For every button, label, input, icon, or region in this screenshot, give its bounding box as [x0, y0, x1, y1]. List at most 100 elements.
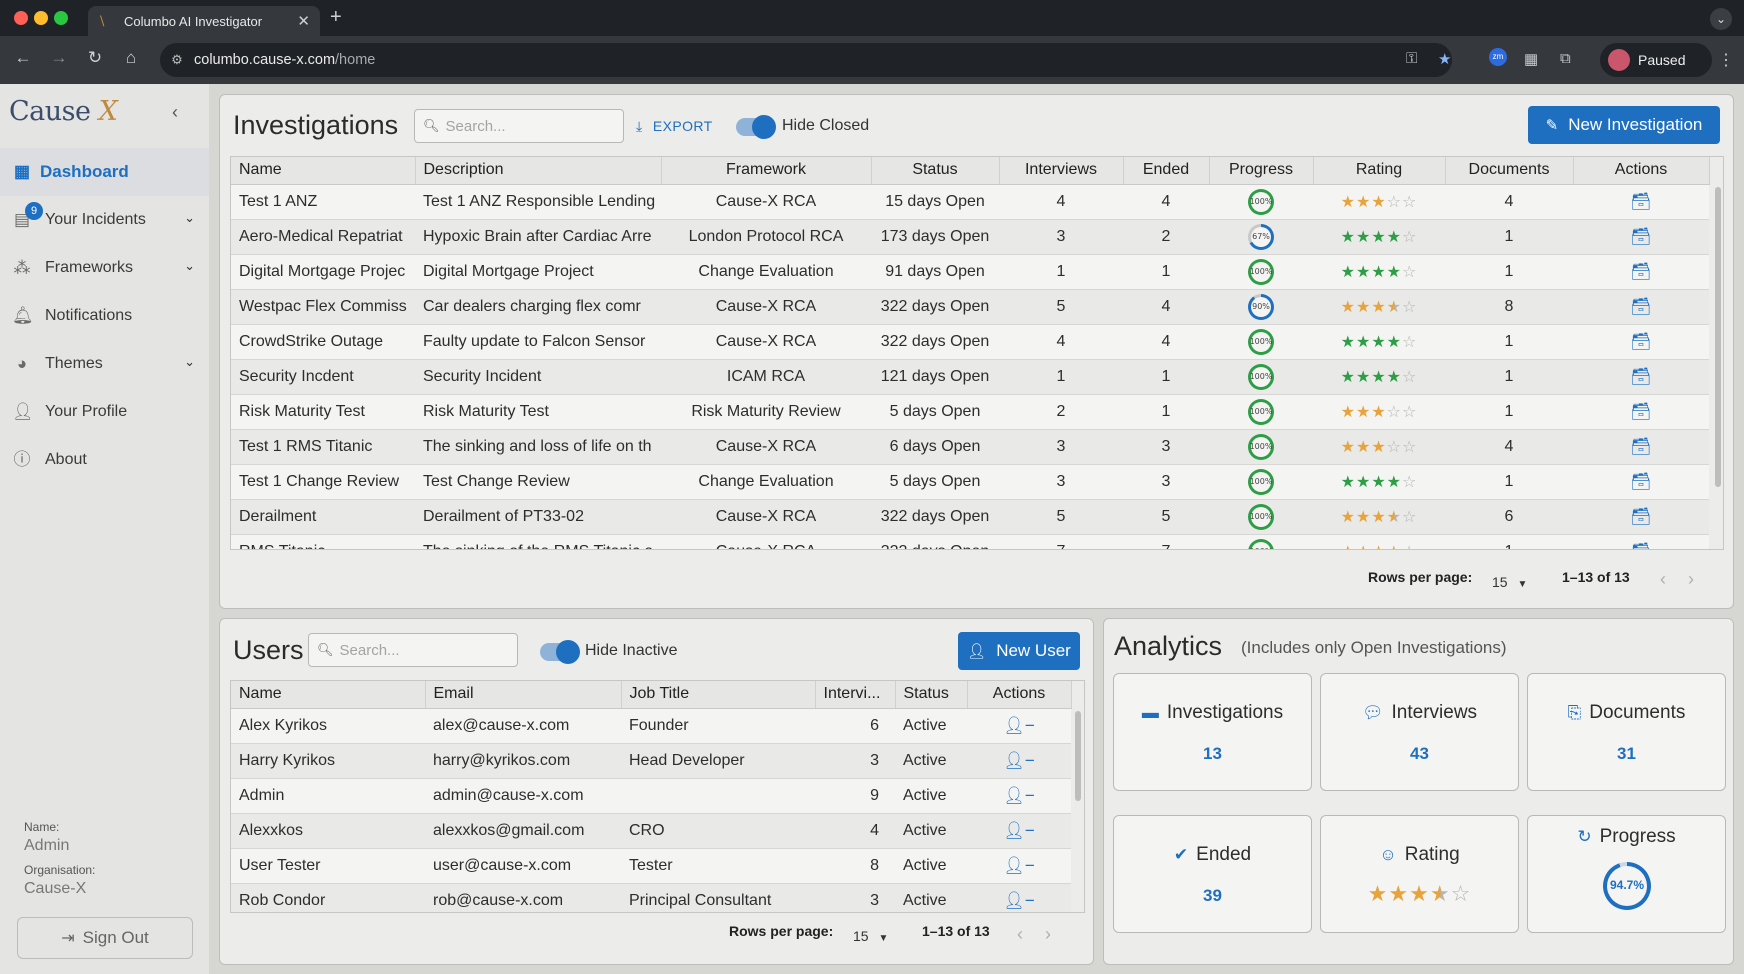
investigation-name[interactable]: Security Incdent — [231, 359, 415, 395]
archive-icon[interactable]: 🗃︎ — [1630, 192, 1652, 211]
investigation-name[interactable]: Digital Mortgage Projec — [231, 254, 415, 290]
bookmark-star-icon[interactable]: ★ — [1438, 50, 1451, 68]
column-header[interactable]: Job Title — [621, 681, 816, 709]
column-header[interactable]: Actions — [967, 681, 1072, 709]
extension-icon[interactable]: ▦ — [1524, 50, 1538, 68]
site-settings-icon[interactable]: ⚙ — [160, 52, 194, 68]
column-header[interactable]: Interviews — [999, 157, 1124, 185]
investigation-name[interactable]: Aero-Medical Repatriat — [231, 219, 415, 255]
zoom-extension-icon[interactable]: zm — [1489, 48, 1507, 66]
investigation-name[interactable]: Westpac Flex Commiss — [231, 289, 415, 325]
hide-closed-toggle[interactable] — [736, 115, 776, 139]
investigation-name[interactable]: Derailment — [231, 499, 415, 535]
sidebar-item-themes[interactable]: ◕ Themes ⌄ — [0, 340, 209, 388]
reload-icon[interactable]: ↻ — [83, 48, 107, 68]
previous-page-icon[interactable]: ‹ — [1660, 569, 1688, 589]
back-icon[interactable]: ← — [11, 48, 35, 68]
column-header[interactable]: Status — [895, 681, 968, 709]
remove-user-icon[interactable]: 👤︎− — [1003, 751, 1035, 770]
archive-icon[interactable]: 🗃︎ — [1630, 297, 1652, 316]
table-row[interactable]: Test 1 RMS Titanic The sinking and loss o… — [231, 429, 1709, 465]
column-header[interactable]: Documents — [1445, 157, 1574, 185]
rows-per-page-select[interactable]: 15 ▼ — [1492, 574, 1527, 590]
cause-x-logo[interactable]: Cause X — [9, 96, 118, 127]
remove-user-icon[interactable]: 👤︎− — [1003, 891, 1035, 910]
sidebar-item-about[interactable]: ⓘ About — [0, 436, 209, 484]
previous-page-icon[interactable]: ‹ — [1017, 924, 1045, 944]
new-investigation-button[interactable]: ✎ New Investigation — [1528, 106, 1720, 144]
remove-user-icon[interactable]: 👤︎− — [1003, 716, 1035, 735]
sign-out-button[interactable]: ⇥ Sign Out — [17, 917, 193, 959]
investigation-name[interactable]: Test 1 Change Review — [231, 464, 415, 500]
column-header[interactable]: Ended — [1123, 157, 1210, 185]
column-header[interactable]: Name — [231, 157, 416, 185]
new-tab-icon[interactable]: + — [330, 6, 342, 29]
minimize-window-button[interactable] — [34, 11, 48, 25]
archive-icon[interactable]: 🗃︎ — [1630, 507, 1652, 526]
archive-icon[interactable]: 🗃︎ — [1630, 472, 1652, 491]
table-row[interactable]: User Tester user@cause-x.com Tester 8 Active… — [231, 848, 1071, 884]
table-row[interactable]: Westpac Flex Commiss Car dealers charging… — [231, 289, 1709, 325]
archive-icon[interactable]: 🗃︎ — [1630, 332, 1652, 351]
investigations-search-input[interactable]: 🔍︎ Search... — [414, 109, 624, 143]
browser-menu-icon[interactable]: ⋮ — [1718, 50, 1734, 70]
close-tab-icon[interactable]: ✕ — [297, 12, 310, 30]
next-page-icon[interactable]: › — [1045, 924, 1073, 944]
sidebar-item-notifications[interactable]: 🔔︎ Notifications — [0, 292, 209, 340]
archive-icon[interactable]: 🗃︎ — [1630, 402, 1652, 421]
forward-icon[interactable]: → — [47, 48, 71, 68]
sidebar-item-your-profile[interactable]: 👤︎ Your Profile — [0, 388, 209, 436]
table-row[interactable]: Alexxkos alexxkos@gmail.com CRO 4 Active 👤︎− — [231, 813, 1071, 849]
maximize-window-button[interactable] — [54, 11, 68, 25]
investigation-name[interactable]: RMS Titanic — [231, 534, 415, 549]
remove-user-icon[interactable]: 👤︎− — [1003, 856, 1035, 875]
users-scrollbar[interactable] — [1075, 711, 1081, 801]
table-row[interactable]: RMS TitanicThe sinking of the RMS Titani… — [231, 534, 1709, 550]
column-header[interactable]: Actions — [1573, 157, 1710, 185]
table-row[interactable]: Test 1 ANZ Test 1 ANZ Responsible Lending… — [231, 184, 1709, 220]
archive-icon[interactable]: 🗃︎ — [1630, 367, 1652, 386]
address-bar[interactable]: ⚙ columbo.cause-x.com/home — [160, 43, 1452, 77]
column-header[interactable]: Rating — [1313, 157, 1446, 185]
hide-inactive-toggle[interactable] — [540, 640, 580, 664]
table-row[interactable]: Derailment Derailment of PT33-02 Cause-X R… — [231, 499, 1709, 535]
column-header[interactable]: Framework — [661, 157, 872, 185]
password-key-icon[interactable]: ⚿ — [1406, 50, 1417, 67]
extensions-puzzle-icon[interactable]: ⧉ — [1560, 50, 1571, 67]
investigation-name[interactable]: CrowdStrike Outage — [231, 324, 415, 360]
column-header[interactable]: Progress — [1209, 157, 1314, 185]
column-header[interactable]: Status — [871, 157, 1000, 185]
table-row[interactable]: Admin admin@cause-x.com 9 Active 👤︎− — [231, 778, 1071, 814]
close-window-button[interactable] — [14, 11, 28, 25]
column-header[interactable]: Description — [415, 157, 662, 185]
table-row[interactable]: Risk Maturity Test Risk Maturity Test Risk… — [231, 394, 1709, 430]
table-row[interactable]: Aero-Medical Repatriat Hypoxic Brain afte… — [231, 219, 1709, 255]
browser-tab[interactable]: \ Columbo AI Investigator ✕ — [88, 6, 320, 36]
investigations-scrollbar[interactable] — [1715, 187, 1721, 487]
table-row[interactable]: Security Incdent Security Incident ICAM RC… — [231, 359, 1709, 395]
archive-icon[interactable]: 🗃︎ — [1630, 227, 1652, 246]
column-header[interactable]: Intervi... — [815, 681, 896, 709]
table-row[interactable]: Harry Kyrikos harry@kyrikos.com Head Devel… — [231, 743, 1071, 779]
table-row[interactable]: Test 1 Change Review Test Change Review Ch… — [231, 464, 1709, 500]
archive-icon[interactable]: 🗃︎ — [1630, 542, 1652, 550]
investigation-name[interactable]: Test 1 ANZ — [231, 184, 415, 220]
column-header[interactable]: Name — [231, 681, 426, 709]
archive-icon[interactable]: 🗃︎ — [1630, 437, 1652, 456]
tab-search-chevron-icon[interactable]: ⌄ — [1710, 8, 1732, 30]
column-header[interactable]: Email — [425, 681, 622, 709]
remove-user-icon[interactable]: 👤︎− — [1003, 786, 1035, 805]
table-row[interactable]: Alex Kyrikos alex@cause-x.com Founder 6 Acti… — [231, 708, 1071, 744]
investigation-name[interactable]: Test 1 RMS Titanic — [231, 429, 415, 465]
table-row[interactable]: Digital Mortgage Projec Digital Mortgage … — [231, 254, 1709, 290]
new-user-button[interactable]: 👤︎ New User — [958, 632, 1080, 670]
sidebar-item-frameworks[interactable]: ⁂ Frameworks ⌄ — [0, 244, 209, 292]
sidebar-item-your-incidents[interactable]: ▤ 9 Your Incidents ⌄ — [0, 196, 209, 244]
profile-button[interactable]: Paused — [1600, 43, 1712, 77]
table-row[interactable]: CrowdStrike Outage Faulty update to Falco… — [231, 324, 1709, 360]
export-button[interactable]: ⤓ EXPORT — [636, 118, 713, 135]
home-icon[interactable]: ⌂ — [119, 48, 143, 68]
sidebar-item-dashboard[interactable]: ▦ Dashboard — [0, 148, 209, 196]
next-page-icon[interactable]: › — [1688, 569, 1716, 589]
users-search-input[interactable]: 🔍︎ Search... — [308, 633, 518, 667]
